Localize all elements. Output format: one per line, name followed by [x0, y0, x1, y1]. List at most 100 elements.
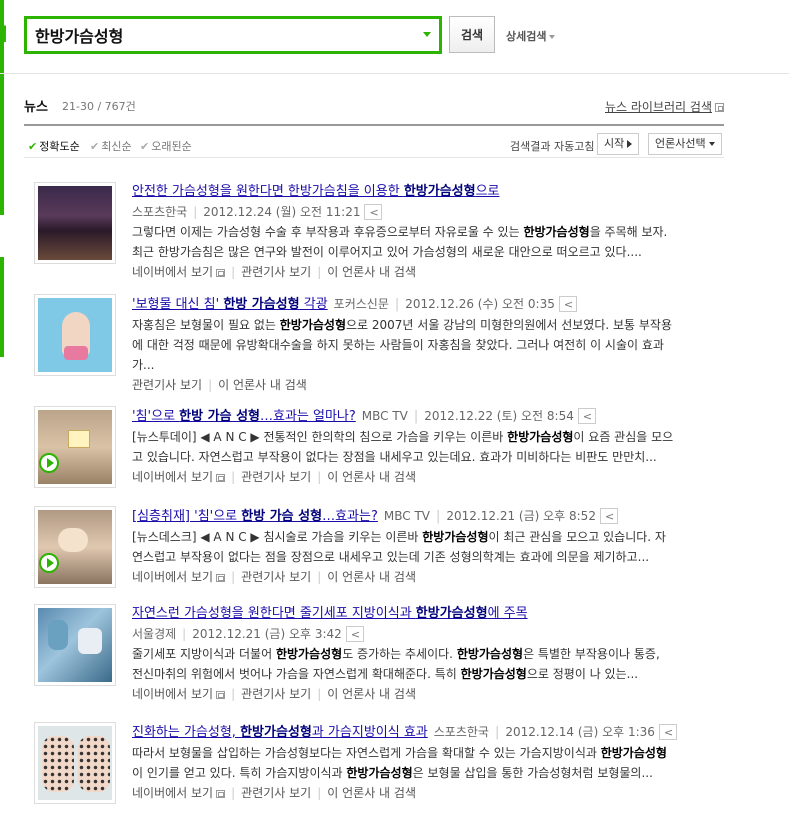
- new-window-icon: [715, 103, 724, 112]
- section-title: 뉴스: [24, 100, 48, 115]
- title-highlight: 한방가슴성형: [240, 725, 312, 740]
- list-item: '보형물 대신 침' 한방 가슴성형 각광 포커스신문 | 2012.12.26 (수…: [34, 282, 724, 394]
- title-text: '보형물 대신 침': [132, 297, 224, 312]
- share-icon[interactable]: [599, 507, 618, 527]
- title-text: [심층취재] '침'으로: [132, 509, 242, 524]
- press-select-dropdown[interactable]: 언론사선택: [648, 133, 722, 155]
- search-input[interactable]: [35, 23, 405, 47]
- sort-oldest-label: 오래된순: [151, 140, 192, 153]
- search-in-press-link[interactable]: 이 언론사 내 검색: [327, 570, 416, 584]
- related-articles-link[interactable]: 관련기사 보기: [241, 786, 311, 800]
- search-in-press-link[interactable]: 이 언론사 내 검색: [218, 378, 307, 392]
- search-in-press-link[interactable]: 이 언론사 내 검색: [327, 687, 416, 701]
- view-on-naver-link[interactable]: 네이버에서 보기: [132, 786, 226, 800]
- related-articles-link[interactable]: 관련기사 보기: [241, 470, 311, 484]
- news-snippet: 따라서 보형물을 삽입하는 가슴성형보다는 자연스럽게 가슴을 확대할 수 있는…: [132, 746, 667, 780]
- publish-date: 2012.12.26 (수) 오전 0:35: [405, 297, 555, 311]
- related-articles-link[interactable]: 관련기사 보기: [132, 378, 202, 392]
- share-icon[interactable]: [345, 625, 364, 645]
- news-title-link[interactable]: 진화하는 가슴성형, 한방가슴성형과 가슴지방이식 효과: [132, 725, 428, 740]
- related-articles-link[interactable]: 관련기사 보기: [241, 570, 311, 584]
- news-thumbnail[interactable]: [34, 294, 116, 376]
- publish-date: 2012.12.21 (금) 오후 8:52: [446, 509, 596, 523]
- list-item: 안전한 가슴성형을 원한다면 한방가슴침을 이용한 한방가슴성형으로 스포츠한국…: [34, 170, 724, 282]
- title-text: 자연스런 가슴성형을 원한다면 줄기세포 지방이식과: [132, 606, 416, 621]
- title-text: 에 주목: [487, 606, 528, 621]
- news-snippet: 그렇다면 이제는 가슴성형 수술 후 부작용과 후유증으로부터 자유로울 수 있…: [132, 225, 668, 259]
- check-icon: ✔: [28, 140, 38, 153]
- news-thumbnail[interactable]: [34, 604, 116, 686]
- news-title-link[interactable]: [심층취재] '침'으로 한방 가슴 성형…효과는?: [132, 509, 378, 524]
- list-item: 진화하는 가슴성형, 한방가슴성형과 가슴지방이식 효과 스포츠한국 | 2012.1…: [34, 710, 724, 810]
- share-icon[interactable]: [577, 407, 596, 427]
- sort-latest-label: 최신순: [101, 140, 132, 153]
- sort-accuracy[interactable]: ✔ 정확도순: [28, 138, 80, 154]
- advanced-search-link[interactable]: 상세검색: [506, 28, 556, 44]
- chevron-down-icon: [708, 142, 715, 146]
- left-accent-bar-lower: [0, 257, 4, 357]
- new-window-icon: [216, 789, 226, 798]
- chevron-down-icon: [549, 35, 556, 39]
- publish-date: 2012.12.14 (금) 오후 1:36: [505, 725, 655, 739]
- news-title-link[interactable]: '침'으로 한방 가슴 성형…효과는 얼마나?: [132, 409, 356, 424]
- list-item: 자연스런 가슴성형을 원한다면 줄기세포 지방이식과 한방가슴성형에 주목 서울…: [34, 592, 724, 710]
- new-window-icon: [216, 573, 226, 582]
- play-arrow-icon: [627, 140, 633, 148]
- news-snippet: [뉴스투데이] ◀ A N C ▶ 전통적인 한의학의 침으로 가슴을 키우는 …: [132, 430, 674, 464]
- search-in-press-link[interactable]: 이 언론사 내 검색: [327, 470, 416, 484]
- news-thumbnail[interactable]: [34, 722, 116, 804]
- view-on-naver-link[interactable]: 네이버에서 보기: [132, 470, 226, 484]
- sort-latest[interactable]: ✔ 최신순: [90, 138, 132, 154]
- view-on-naver-link[interactable]: 네이버에서 보기: [132, 687, 226, 701]
- share-icon[interactable]: [364, 203, 383, 223]
- title-highlight: 한방 가슴 성형: [241, 509, 323, 524]
- title-text: 진화하는 가슴성형,: [132, 725, 241, 740]
- news-title-link[interactable]: '보형물 대신 침' 한방 가슴성형 각광: [132, 297, 328, 312]
- press-name: 스포츠한국: [433, 725, 489, 739]
- news-title-link[interactable]: 안전한 가슴성형을 원한다면 한방가슴침을 이용한 한방가슴성형으로: [132, 184, 500, 199]
- search-in-press-link[interactable]: 이 언론사 내 검색: [327, 786, 416, 800]
- play-video-icon[interactable]: [39, 453, 59, 473]
- news-library-link[interactable]: 뉴스 라이브러리 검색: [605, 98, 724, 115]
- autocomplete-toggle-icon[interactable]: [423, 32, 431, 37]
- new-window-icon: [216, 268, 226, 277]
- result-count: 21-30 / 767건: [62, 100, 136, 113]
- play-video-icon[interactable]: [39, 553, 59, 573]
- press-name: 스포츠한국: [132, 205, 188, 219]
- new-window-icon: [216, 690, 226, 699]
- view-on-naver-link[interactable]: 네이버에서 보기: [132, 570, 226, 584]
- auto-refresh-start-button[interactable]: 시작: [597, 133, 640, 155]
- title-text: …효과는?: [322, 509, 378, 524]
- publish-date: 2012.12.21 (금) 오후 3:42: [192, 627, 342, 641]
- sort-oldest[interactable]: ✔ 오래된순: [140, 138, 192, 154]
- news-title-link[interactable]: 자연스런 가슴성형을 원한다면 줄기세포 지방이식과 한방가슴성형에 주목: [132, 606, 528, 621]
- press-name: MBC TV: [361, 409, 408, 423]
- news-thumbnail[interactable]: [34, 182, 116, 264]
- news-thumbnail[interactable]: [34, 406, 116, 488]
- search-box: [24, 16, 442, 54]
- news-snippet: 자홍침은 보형물이 필요 없는 한방가슴성형으로 2007년 서울 강남의 미형…: [132, 318, 673, 372]
- share-icon[interactable]: [558, 295, 577, 315]
- press-name: 서울경제: [132, 627, 177, 641]
- sort-accuracy-label: 정확도순: [39, 140, 80, 153]
- logo[interactable]: N: [0, 22, 6, 50]
- search-in-press-link[interactable]: 이 언론사 내 검색: [327, 265, 416, 279]
- share-icon[interactable]: [658, 723, 677, 743]
- title-highlight: 한방 가슴 성형: [179, 409, 260, 424]
- publish-date: 2012.12.22 (토) 오전 8:54: [424, 409, 574, 423]
- title-highlight: 한방가슴성형: [415, 606, 488, 621]
- search-button[interactable]: 검색: [449, 16, 495, 53]
- sort-bar: ✔ 정확도순 ✔ 최신순 ✔ 오래된순 검색결과 자동고침 시작 언론사선택: [24, 130, 724, 158]
- view-on-naver-link[interactable]: 네이버에서 보기: [132, 265, 226, 279]
- news-thumbnail[interactable]: [34, 506, 116, 588]
- press-name: MBC TV: [383, 509, 430, 523]
- title-text: '침'으로: [132, 409, 180, 424]
- check-icon: ✔: [140, 140, 150, 153]
- title-text: 각광: [299, 297, 328, 312]
- title-highlight: 한방 가슴성형: [223, 297, 300, 312]
- related-articles-link[interactable]: 관련기사 보기: [241, 687, 311, 701]
- related-articles-link[interactable]: 관련기사 보기: [241, 265, 311, 279]
- publish-date: 2012.12.24 (월) 오전 11:21: [203, 205, 361, 219]
- list-item: [심층취재] '침'으로 한방 가슴 성형…효과는? MBC TV | 2012.12…: [34, 494, 724, 592]
- press-name: 포커스신문: [333, 297, 389, 311]
